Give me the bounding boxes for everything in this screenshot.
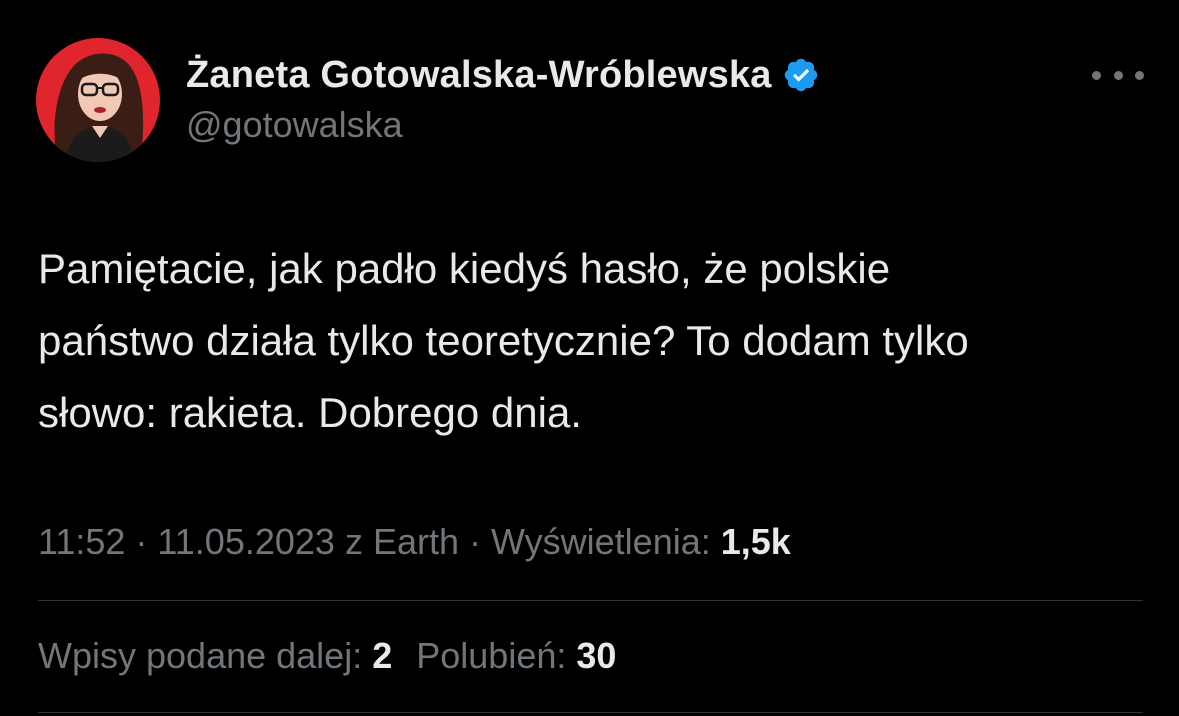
more-options-icon-dot xyxy=(1113,70,1123,80)
tweet-card: Żaneta Gotowalska-Wróblewska @gotowalska… xyxy=(0,0,1179,716)
more-options-button[interactable] xyxy=(1092,60,1144,90)
meta-separator: · xyxy=(125,521,158,562)
retweets-count: 2 xyxy=(372,635,393,676)
retweets-label: Wpisy podane dalej: xyxy=(38,635,363,676)
tweet-text-line: państwo działa tylko teoretycznie? To do… xyxy=(38,317,969,364)
tweet-meta: 11:52 · 11.05.2023 z Earth · Wyświetleni… xyxy=(38,518,791,566)
tweet-text-line: słowo: rakieta. Dobrego dnia. xyxy=(38,389,582,436)
tweet-text-line: Pamiętacie, jak padło kiedyś hasło, że p… xyxy=(38,245,891,292)
views-label: Wyświetlenia: xyxy=(491,521,711,562)
avatar[interactable] xyxy=(36,38,160,162)
meta-separator: · xyxy=(459,521,491,562)
retweets-stat[interactable]: Wpisy podane dalej: 2 xyxy=(38,635,392,676)
tweet-stats: Wpisy podane dalej: 2 Polubień: 30 xyxy=(38,632,616,680)
avatar-image xyxy=(36,38,160,162)
verified-badge-icon[interactable] xyxy=(782,56,820,94)
author-name-row[interactable]: Żaneta Gotowalska-Wróblewska xyxy=(186,50,820,100)
views-count[interactable]: 1,5k xyxy=(721,521,791,562)
likes-count: 30 xyxy=(576,635,617,676)
author-name[interactable]: Żaneta Gotowalska-Wróblewska xyxy=(186,54,772,97)
divider xyxy=(38,712,1143,713)
tweet-date[interactable]: 11.05.2023 xyxy=(157,521,335,562)
more-options-icon-dot xyxy=(1135,70,1144,80)
divider xyxy=(38,600,1143,601)
likes-stat[interactable]: Polubień: 30 xyxy=(416,635,616,676)
tweet-text: Pamiętacie, jak padło kiedyś hasło, że p… xyxy=(38,233,1148,449)
likes-label: Polubień: xyxy=(416,635,567,676)
more-options-icon xyxy=(1092,70,1101,80)
author-handle[interactable]: @gotowalska xyxy=(186,104,403,146)
tweet-source: z Earth xyxy=(344,521,459,562)
tweet-time[interactable]: 11:52 xyxy=(38,521,125,562)
